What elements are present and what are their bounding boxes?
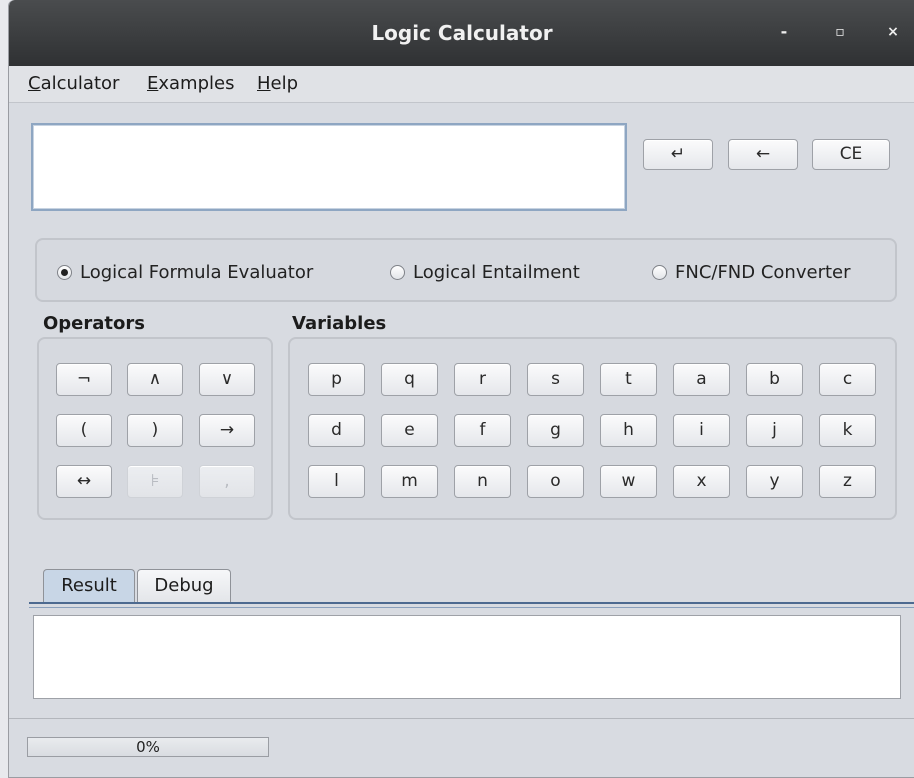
enter-button[interactable]: ↵ — [643, 139, 713, 170]
variable-button-d[interactable]: d — [308, 414, 365, 447]
radio-unselected-icon — [652, 265, 667, 280]
variable-button-l[interactable]: l — [308, 465, 365, 498]
variable-button-f[interactable]: f — [454, 414, 511, 447]
variable-button-j[interactable]: j — [746, 414, 803, 447]
variable-button-w[interactable]: w — [600, 465, 657, 498]
variable-button-z[interactable]: z — [819, 465, 876, 498]
close-icon[interactable]: × — [881, 20, 905, 44]
variable-button-q[interactable]: q — [381, 363, 438, 396]
operator-button[interactable]: ∨ — [199, 363, 255, 396]
variable-button-s[interactable]: s — [527, 363, 584, 396]
progress-label: 0% — [136, 738, 160, 756]
radio-selected-icon — [57, 265, 72, 280]
operator-button[interactable]: → — [199, 414, 255, 447]
minimize-icon[interactable]: - — [772, 20, 796, 44]
operator-button: , — [199, 465, 255, 498]
menu-examples[interactable]: Examples — [147, 73, 234, 94]
variable-button-o[interactable]: o — [527, 465, 584, 498]
variables-label: Variables — [292, 313, 387, 334]
variable-button-e[interactable]: e — [381, 414, 438, 447]
maximize-icon[interactable]: ▫ — [828, 20, 852, 44]
variable-button-b[interactable]: b — [746, 363, 803, 396]
mode-converter-radio[interactable]: FNC/FND Converter — [652, 262, 851, 283]
result-output — [33, 615, 901, 699]
variable-button-p[interactable]: p — [308, 363, 365, 396]
operator-button[interactable]: ¬ — [56, 363, 112, 396]
variable-button-n[interactable]: n — [454, 465, 511, 498]
variable-button-k[interactable]: k — [819, 414, 876, 447]
operator-button[interactable]: ∧ — [127, 363, 183, 396]
app-window: Logic Calculator - ▫ × Calculator Exampl… — [8, 0, 914, 778]
operator-button[interactable]: ) — [127, 414, 183, 447]
operator-button[interactable]: ↔ — [56, 465, 112, 498]
mode-entailment-radio[interactable]: Logical Entailment — [390, 262, 580, 283]
variable-button-h[interactable]: h — [600, 414, 657, 447]
progress-bar: 0% — [27, 737, 269, 757]
clear-button[interactable]: CE — [812, 139, 890, 170]
tab-debug[interactable]: Debug — [137, 569, 231, 603]
operator-button: ⊧ — [127, 465, 183, 498]
tab-divider — [29, 602, 914, 608]
variable-button-y[interactable]: y — [746, 465, 803, 498]
variables-panel — [288, 337, 897, 520]
variable-button-r[interactable]: r — [454, 363, 511, 396]
operator-button[interactable]: ( — [56, 414, 112, 447]
mode-formula-evaluator-radio[interactable]: Logical Formula Evaluator — [57, 262, 313, 283]
radio-unselected-icon — [390, 265, 405, 280]
variable-button-i[interactable]: i — [673, 414, 730, 447]
variable-button-t[interactable]: t — [600, 363, 657, 396]
formula-input[interactable] — [31, 123, 627, 211]
variable-button-x[interactable]: x — [673, 465, 730, 498]
menu-bar: Calculator Examples Help — [9, 66, 914, 103]
variable-button-g[interactable]: g — [527, 414, 584, 447]
operators-label: Operators — [43, 313, 145, 334]
title-bar[interactable]: Logic Calculator - ▫ × — [9, 0, 914, 66]
menu-calculator[interactable]: Calculator — [28, 73, 119, 94]
menu-help[interactable]: Help — [257, 73, 298, 94]
variable-button-a[interactable]: a — [673, 363, 730, 396]
variable-button-m[interactable]: m — [381, 465, 438, 498]
variable-button-c[interactable]: c — [819, 363, 876, 396]
tab-result[interactable]: Result — [43, 569, 135, 603]
backspace-button[interactable]: ← — [728, 139, 798, 170]
